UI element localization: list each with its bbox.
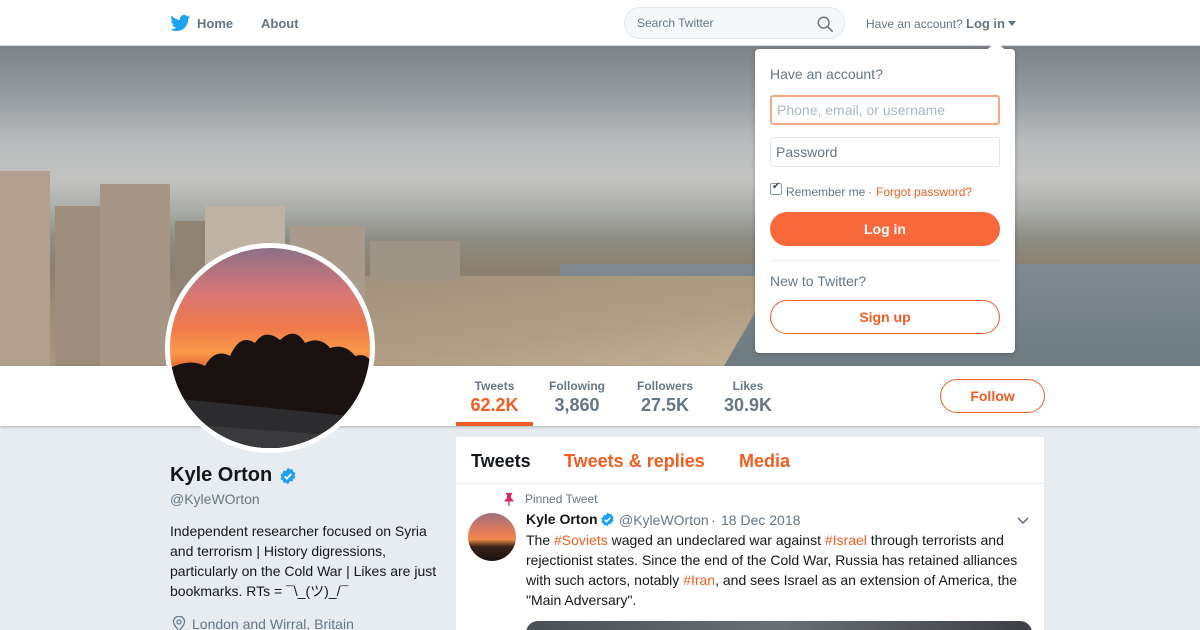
top-navigation: Home About Have an account? Log in [0,0,1200,46]
login-button[interactable]: Log in [770,212,1000,246]
stat-likes[interactable]: Likes 30.9K [718,366,778,426]
have-account-text: Have an account? [866,17,963,31]
tweet-text-part: waged an undeclared war against [607,532,825,548]
pinned-tweet-label: Pinned Tweet [525,492,598,506]
hashtag-link[interactable]: #Iran [683,572,715,588]
username-field[interactable] [770,95,1000,125]
login-dropdown: Have an account? Remember me · Forgot pa… [755,41,1015,353]
tweet-author-name[interactable]: Kyle Orton [526,511,598,527]
verified-badge-icon [601,512,614,527]
profile-name[interactable]: Kyle Orton [170,464,272,487]
timeline: Tweets Tweets & replies Media Pinned Twe… [456,437,1044,630]
nav-about-link[interactable]: About [261,16,299,31]
chevron-down-icon[interactable] [1016,516,1030,526]
tweet-avatar[interactable] [468,513,516,561]
stat-tweets[interactable]: Tweets 62.2K [456,366,533,426]
tweet-text: The #Soviets waged an undeclared war aga… [526,530,1026,610]
divider [770,260,1000,261]
avatar-image [170,248,370,448]
dropdown-arrow [988,41,1004,49]
forgot-password-link[interactable]: Forgot password? [876,185,972,199]
password-field[interactable] [770,137,1000,167]
tweet-author-handle[interactable]: @KyleWOrton [619,512,709,528]
verified-badge-icon [280,467,296,485]
stat-followers[interactable]: Followers 27.5K [630,366,700,426]
stat-value: 3,860 [554,395,600,415]
separator-dot: · [868,185,872,199]
profile-location: London and Wirral, Britain [192,616,354,630]
timeline-tabs: Tweets Tweets & replies Media [456,437,1044,484]
tab-media[interactable]: Media [739,451,790,472]
tab-tweets-replies[interactable]: Tweets & replies [564,451,705,472]
banner-building [0,171,50,366]
remember-me-label[interactable]: Remember me [786,185,865,199]
search-icon[interactable] [816,15,834,33]
tab-tweets[interactable]: Tweets [471,451,531,472]
stat-value: 27.5K [640,395,690,415]
stat-label: Tweets [474,379,515,393]
profile-bio: Independent researcher focused on Syria … [170,523,437,599]
login-menu-link[interactable]: Log in [966,16,1005,31]
tree-silhouette [170,333,370,448]
stat-label: Followers [636,379,693,393]
login-dropdown-title: Have an account? [770,66,883,82]
location-pin-icon [172,616,186,630]
tweet-separator: · [711,512,716,528]
tweet-media-image[interactable] [526,621,1032,630]
chevron-down-icon[interactable] [1008,21,1016,26]
stat-label: Likes [732,379,764,393]
pin-icon [504,493,514,506]
stat-value: 62.2K [470,395,519,415]
profile-avatar[interactable] [165,243,375,453]
hashtag-link[interactable]: #Soviets [554,532,608,548]
signup-button[interactable]: Sign up [770,300,1000,334]
search-box[interactable] [624,7,845,39]
remember-me-checkbox[interactable] [770,181,782,195]
follow-button[interactable]: Follow [940,379,1045,413]
nav-home-link[interactable]: Home [197,16,233,31]
hashtag-link[interactable]: #Israel [825,532,867,548]
search-input[interactable] [637,16,807,30]
stat-label: Following [549,379,605,393]
stat-following[interactable]: Following 3,860 [541,366,613,426]
banner-building [100,184,170,366]
new-to-twitter-text: New to Twitter? [770,273,867,289]
tweet-text-part: The [526,532,555,548]
stat-value: 30.9K [723,395,773,415]
banner-building [370,241,460,281]
twitter-bird-icon[interactable] [170,13,191,33]
tweet-timestamp[interactable]: 18 Dec 2018 [721,512,800,528]
profile-handle[interactable]: @KyleWOrton [170,491,260,507]
